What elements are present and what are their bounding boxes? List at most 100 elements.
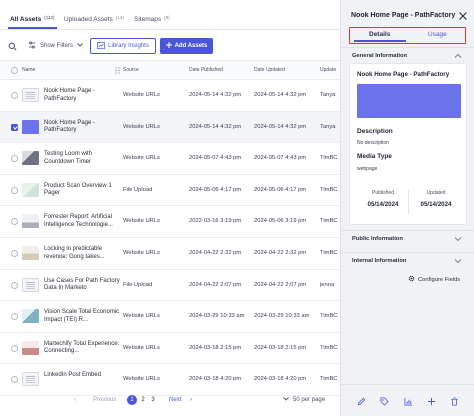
tab-usage[interactable]: Usage [428,31,447,38]
page-1-button[interactable]: 1 [127,395,137,405]
search-icon[interactable] [5,39,19,53]
page-3-button[interactable]: 3 [148,395,158,405]
row-checkbox[interactable] [11,92,18,99]
row-checkbox[interactable] [11,344,18,352]
tab-details[interactable]: Details [369,31,390,38]
filter-icon [28,41,36,51]
asset-source: File Upload [123,281,153,288]
description-value: No description [357,140,389,146]
asset-name[interactable]: Vision Scale Total Economic Impact (TEI)… [44,309,120,324]
asset-name[interactable]: Nook Home Page - PathFactory [44,88,120,103]
row-checkbox[interactable] [11,123,18,131]
row-checkbox[interactable] [11,376,18,384]
toolbar: Show Filters Library Insights Add Assets [0,36,340,56]
tab-uploaded-assets[interactable]: Uploaded Assets (14) [64,15,124,23]
asset-thumbnail [22,214,39,229]
row-checkbox[interactable] [11,249,18,257]
description-label: Description [357,128,393,135]
table-row[interactable]: Nook Home Page - PathFactory Website URLs… [0,111,340,144]
column-header-date-published[interactable]: Date Published [189,67,223,73]
chevron-up-icon [454,53,462,58]
previous-button[interactable]: Previous [93,397,116,403]
prev-chevron-icon[interactable]: ‹ [74,397,76,403]
configure-fields-button[interactable]: Configure Fields [408,275,460,284]
updated-value: 05/14/2024 [420,201,452,208]
asset-name[interactable]: Forrester Report: Artificial Intelligenc… [44,214,120,229]
per-page-chevron-icon[interactable] [283,397,289,403]
public-information-header[interactable]: Public Information [341,230,474,246]
library-insights-button[interactable]: Library Insights [90,38,156,54]
add-assets-button[interactable]: Add Assets [160,38,213,54]
table-row[interactable]: Vision Scale Total Economic Impact (TEI)… [0,301,340,333]
section-label: Internal Information [352,258,407,264]
asset-date-published: 2024-05-07 4:43 pm [189,155,242,162]
asset-thumbnail [357,84,461,118]
table-row[interactable]: Nook Home Page - PathFactory Website URLs… [0,80,340,112]
asset-date-published: 2024-05-14 4:32 pm [189,123,242,130]
asset-name[interactable]: Nook Home Page - PathFactory [44,120,120,135]
asset-updated-by: TimBC [320,218,338,225]
chart-icon [97,41,106,51]
tag-icon[interactable] [378,395,390,407]
asset-date-updated: 2024-05-14 4:32 pm [254,123,307,130]
show-filters-button[interactable]: Show Filters [28,39,83,53]
row-checkbox[interactable] [11,218,18,226]
next-chevron-icon[interactable]: › [190,397,192,403]
asset-date-published: 2024-03-18 2:15 pm [189,344,242,351]
table-row[interactable]: LinkedIn Post Embed Website URLs 2024-03-1… [0,364,340,396]
edit-pencil-icon[interactable] [355,395,367,407]
tab-sitemaps[interactable]: Sitemaps (8) [134,15,170,23]
asset-title: Nook Home Page - PathFactory [357,71,450,78]
tab-count: (112) [44,15,55,20]
tab-count: (14) [115,15,124,20]
asset-date-updated: 2024-04-22 2:32 pm [254,249,307,256]
asset-name[interactable]: Locking in predictable revenue: Gong tak… [44,246,120,261]
drag-handle-icon[interactable] [115,67,120,76]
table-row[interactable]: Martechify Total Experience: Connecting.… [0,333,340,365]
general-information-header[interactable]: General Information [341,47,474,63]
analytics-icon[interactable] [402,395,414,407]
column-header-date-updated[interactable]: Date Updated [254,67,285,73]
table-row[interactable]: Product Scan Overview 1 Pager File Upload… [0,175,340,207]
asset-source: Website URLs [123,249,160,256]
chevron-down-icon [454,259,462,264]
column-header-updated-by[interactable]: Update [320,67,336,73]
published-label: Published [372,190,394,196]
table-row[interactable]: Use Cases For Path Factory Data In Marke… [0,270,340,302]
row-checkbox[interactable] [11,313,18,321]
next-button[interactable]: Next [169,397,181,403]
row-checkbox[interactable] [11,281,18,289]
active-panel-tab-indicator [354,40,406,42]
gear-icon [408,275,415,284]
asset-name[interactable]: Use Cases For Path Factory Data In Marke… [44,278,120,293]
section-label: General Information [352,53,408,59]
column-header-name[interactable]: Name [22,67,35,73]
page-2-button[interactable]: 2 [138,395,148,405]
asset-date-updated: 2024-04-22 2:07 pm [254,281,307,288]
add-icon[interactable] [425,395,437,407]
row-checkbox[interactable] [11,155,18,163]
asset-source: File Upload [123,186,153,193]
asset-thumbnail [22,340,39,355]
column-header-source[interactable]: Source [123,67,139,73]
asset-name[interactable]: Martechify Total Experience: Connecting.… [44,341,120,356]
asset-date-updated: 2024-03-18 4:20 pm [254,376,307,383]
table-row[interactable]: Locking in predictable revenue: Gong tak… [0,238,340,270]
per-page-select[interactable]: 50 per page [293,397,325,403]
published-value: 05/14/2024 [367,201,399,208]
select-all-checkbox[interactable] [11,67,18,74]
table-row[interactable]: Forrester Report: Artificial Intelligenc… [0,206,340,238]
internal-information-header[interactable]: Internal Information [341,252,474,268]
asset-name[interactable]: Testing Loom with Countdown Timer [44,151,120,166]
row-checkbox[interactable] [11,186,18,194]
add-assets-label: Add Assets [174,43,208,49]
updated-label: Updated [426,190,446,196]
table-row[interactable]: Testing Loom with Countdown Timer Website… [0,143,340,175]
asset-name[interactable]: LinkedIn Post Embed [44,372,120,380]
asset-date-updated: 2024-05-07 4:43 pm [254,155,307,162]
tab-all-assets[interactable]: All Assets (112) [10,15,54,23]
asset-name[interactable]: Product Scan Overview 1 Pager [44,183,120,198]
asset-updated-by: TimBC [320,313,338,320]
close-icon[interactable] [457,10,469,22]
trash-icon[interactable] [448,395,460,407]
